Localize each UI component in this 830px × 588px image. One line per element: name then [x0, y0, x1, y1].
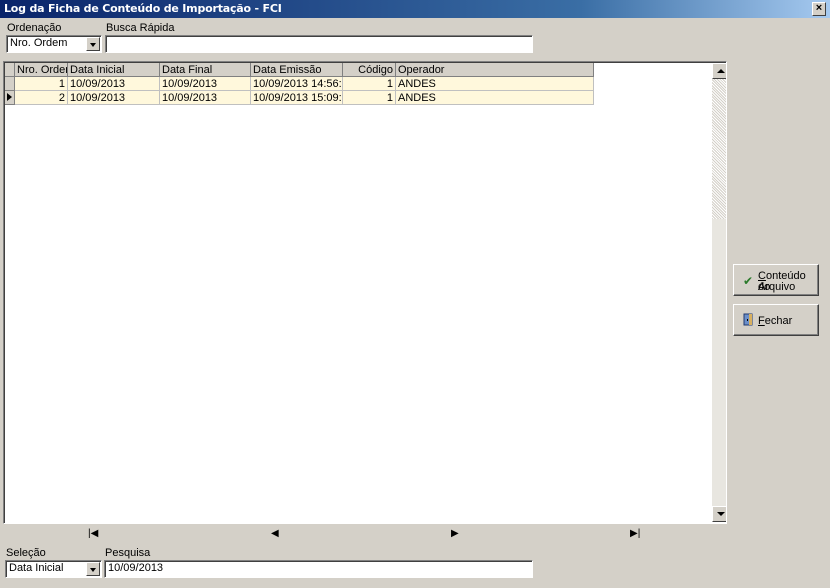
- selecao-label: Seleção: [6, 547, 46, 559]
- scroll-thumb[interactable]: [712, 79, 726, 219]
- cell-codigo[interactable]: 1: [343, 91, 396, 105]
- ordenacao-select[interactable]: Nro. Ordem: [6, 35, 102, 53]
- cell-data-emissao[interactable]: 10/09/2013 14:56:58: [251, 77, 343, 91]
- cell-operador[interactable]: ANDES: [396, 91, 594, 105]
- nav-next-button[interactable]: ▶: [451, 528, 459, 539]
- vertical-scrollbar[interactable]: [712, 63, 726, 522]
- col-data-final[interactable]: Data Final: [160, 63, 251, 77]
- scroll-down-button[interactable]: [712, 506, 726, 522]
- row-indicator[interactable]: [5, 91, 15, 105]
- busca-rapida-input[interactable]: [105, 35, 533, 53]
- nav-prior-button[interactable]: ◀: [271, 528, 279, 539]
- cell-operador[interactable]: ANDES: [396, 77, 594, 91]
- fechar-rest: echar: [764, 315, 793, 327]
- data-grid[interactable]: Nro. Ordem Data Inicial Data Final Data …: [3, 61, 727, 524]
- col-data-emissao[interactable]: Data Emissão: [251, 63, 343, 77]
- door-exit-icon: [743, 313, 755, 329]
- grid-header: Nro. Ordem Data Inicial Data Final Data …: [5, 63, 594, 77]
- pesquisa-input[interactable]: 10/09/2013: [104, 560, 533, 578]
- nav-first-button[interactable]: |◀: [88, 528, 98, 539]
- cell-nro-ordem[interactable]: 2: [15, 91, 68, 105]
- selecao-select[interactable]: Data Inicial: [5, 560, 102, 578]
- cell-codigo[interactable]: 1: [343, 77, 396, 91]
- table-row[interactable]: 2 10/09/2013 10/09/2013 10/09/2013 15:09…: [5, 91, 594, 105]
- table-row[interactable]: 1 10/09/2013 10/09/2013 10/09/2013 14:56…: [5, 77, 594, 91]
- indicator-header: [5, 63, 15, 77]
- checkmark-icon: ✔: [743, 274, 754, 288]
- col-nro-ordem[interactable]: Nro. Ordem: [15, 63, 68, 77]
- title-bar: Log da Ficha de Conteúdo de Importação -…: [0, 0, 830, 18]
- selecao-value: Data Inicial: [9, 562, 64, 574]
- cell-data-emissao[interactable]: 10/09/2013 15:09:21: [251, 91, 343, 105]
- window-title: Log da Ficha de Conteúdo de Importação -…: [4, 2, 282, 15]
- row-indicator[interactable]: [5, 77, 15, 91]
- scroll-up-button[interactable]: [712, 63, 726, 79]
- ordenacao-value: Nro. Ordem: [10, 37, 68, 49]
- cell-nro-ordem[interactable]: 1: [15, 77, 68, 91]
- cell-data-inicial[interactable]: 10/09/2013: [68, 91, 160, 105]
- cell-data-inicial[interactable]: 10/09/2013: [68, 77, 160, 91]
- close-button[interactable]: ×: [812, 2, 826, 16]
- cell-data-final[interactable]: 10/09/2013: [160, 77, 251, 91]
- conteudo-do-arquivo-button[interactable]: ✔ Conteúdo do Arquivo: [733, 264, 819, 296]
- col-operador[interactable]: Operador: [396, 63, 594, 77]
- fechar-accel: F: [758, 315, 765, 327]
- busca-rapida-label: Busca Rápida: [106, 22, 175, 34]
- fechar-button[interactable]: Fechar: [733, 304, 819, 336]
- chevron-down-icon[interactable]: [86, 562, 100, 576]
- pesquisa-value: 10/09/2013: [108, 562, 164, 574]
- col-data-inicial[interactable]: Data Inicial: [68, 63, 160, 77]
- fechar-button-label: Fechar: [758, 316, 792, 327]
- nav-last-button[interactable]: ▶|: [630, 528, 640, 539]
- chevron-down-icon[interactable]: [86, 37, 100, 51]
- conteudo-button-label-line2: Arquivo: [758, 281, 796, 293]
- pesquisa-label: Pesquisa: [105, 547, 151, 559]
- current-row-pointer-icon: [7, 93, 12, 101]
- cell-data-final[interactable]: 10/09/2013: [160, 91, 251, 105]
- col-codigo[interactable]: Código: [343, 63, 396, 77]
- ordenacao-label: Ordenação: [7, 22, 62, 34]
